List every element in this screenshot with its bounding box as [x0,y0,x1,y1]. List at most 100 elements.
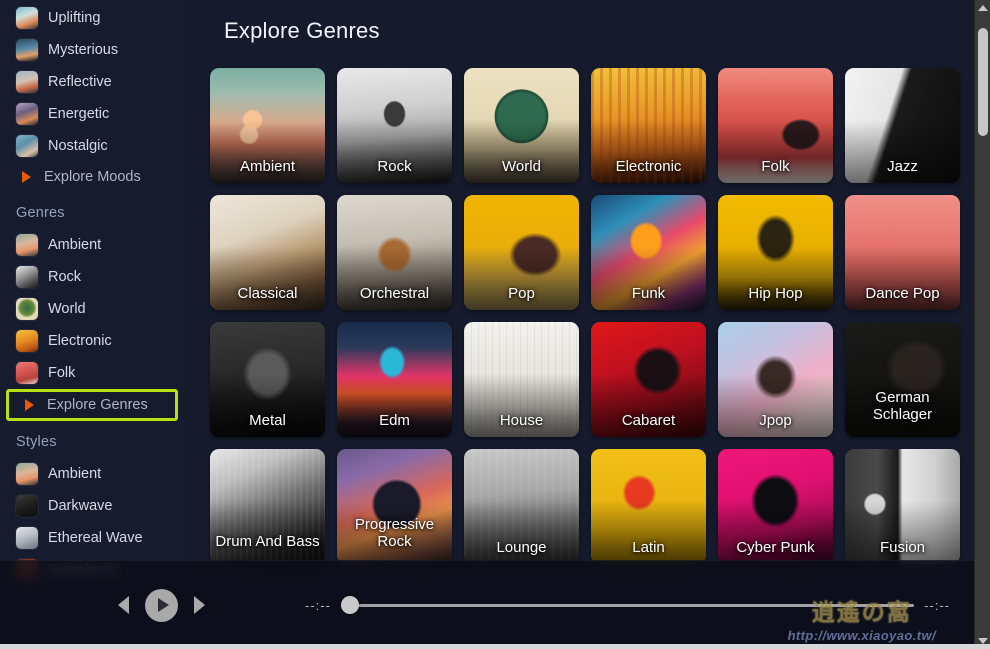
card-label: World [502,158,541,175]
card-label: Dance Pop [865,285,940,302]
total-time-label: --:-- [924,597,950,613]
sidebar-item-label: Mysterious [48,42,119,58]
player-bar: --:-- --:-- [0,560,974,649]
fast-forward-icon[interactable] [194,596,205,614]
electronic-thumb-icon [16,330,38,352]
sidebar-item-reflective[interactable]: Reflective [0,66,184,98]
app-window: Uplifting Mysterious Reflective Energeti… [0,0,990,649]
sidebar-item-folk[interactable]: Folk [0,357,184,389]
card-label: Cyber Punk [736,539,815,556]
genre-card-rock[interactable]: Rock [337,68,452,183]
sidebar-item-style-ethereal-wave[interactable]: Ethereal Wave [0,522,184,554]
card-label: Electronic [615,158,682,175]
genre-card-cabaret[interactable]: Cabaret [591,322,706,437]
card-label: Latin [632,539,665,556]
triangle-right-icon [22,171,31,183]
genre-card-fusion[interactable]: Fusion [845,449,960,564]
genre-card-edm[interactable]: Edm [337,322,452,437]
card-label: Jpop [759,412,792,429]
genre-card-funk[interactable]: Funk [591,195,706,310]
sidebar-item-label: Rock [48,269,82,285]
sidebar-explore-moods[interactable]: Explore Moods [0,162,184,192]
card-label: Cabaret [621,412,676,429]
genre-card-cyber-punk[interactable]: Cyber Punk [718,449,833,564]
darkwave-thumb-icon [16,495,38,517]
genre-card-jpop[interactable]: Jpop [718,322,833,437]
triangle-right-icon [25,399,34,411]
card-label: Metal [249,412,286,429]
sidebar-item-label: Reflective [48,74,112,90]
ethereal-wave-thumb-icon [16,527,38,549]
card-label: Hip Hop [748,285,803,302]
genre-card-german-schlager[interactable]: German Schlager [845,322,960,437]
genre-card-jazz[interactable]: Jazz [845,68,960,183]
chevron-up-icon[interactable] [975,0,990,16]
sidebar-genres-heading: Genres [16,205,65,221]
main-content: Explore Genres Ambient Rock World Electr… [184,0,974,649]
card-label: Lounge [496,539,547,556]
genre-card-progressive-rock[interactable]: Progressive Rock [337,449,452,564]
folk-thumb-icon [16,362,38,384]
sidebar-item-style-ambient[interactable]: Ambient [0,458,184,490]
sidebar-item-mysterious[interactable]: Mysterious [0,34,184,66]
sidebar-item-label: Ambient [48,466,102,482]
card-label: Drum And Bass [215,533,320,550]
card-label: Classical [237,285,298,302]
world-thumb-icon [16,298,38,320]
sidebar-item-rock[interactable]: Rock [0,261,184,293]
sidebar-item-world[interactable]: World [0,293,184,325]
sidebar-item-energetic[interactable]: Energetic [0,98,184,130]
seek-slider[interactable] [340,595,915,615]
genre-card-folk[interactable]: Folk [718,68,833,183]
genre-card-drum-and-bass[interactable]: Drum And Bass [210,449,325,564]
genre-card-hip-hop[interactable]: Hip Hop [718,195,833,310]
seek-thumb[interactable] [340,596,359,614]
current-time-label: --:-- [305,597,331,613]
sidebar-item-label: Electronic [48,333,112,349]
genre-card-classical[interactable]: Classical [210,195,325,310]
genre-card-metal[interactable]: Metal [210,322,325,437]
card-label: Orchestral [359,285,430,302]
genre-card-dance-pop[interactable]: Dance Pop [845,195,960,310]
genre-card-lounge[interactable]: Lounge [464,449,579,564]
genre-card-house[interactable]: House [464,322,579,437]
sidebar-item-label: Folk [48,365,76,381]
scrollbar-thumb[interactable] [978,28,988,136]
ambient-thumb-icon [16,234,38,256]
seek-track [340,603,915,607]
mysterious-thumb-icon [16,39,38,61]
sidebar-item-ambient[interactable]: Ambient [0,229,184,261]
transport-controls [118,588,205,622]
page-title: Explore Genres [224,18,380,43]
genre-card-orchestral[interactable]: Orchestral [337,195,452,310]
card-label: Fusion [879,539,926,556]
nostalgic-thumb-icon [16,135,38,157]
sidebar-moods-list: Uplifting Mysterious Reflective Energeti… [0,2,184,162]
sidebar-item-uplifting[interactable]: Uplifting [0,2,184,34]
sidebar-explore-genres[interactable]: Explore Genres [6,389,178,421]
card-label: Ambient [239,158,296,175]
genre-card-ambient[interactable]: Ambient [210,68,325,183]
card-label: Rock [377,158,412,175]
window-bottom-strip [0,644,990,649]
sidebar-item-label: Nostalgic [48,138,108,154]
card-label: Edm [379,412,410,429]
card-label: Progressive Rock [354,516,435,550]
sidebar-styles-heading: Styles [16,434,57,450]
explore-moods-label: Explore Moods [44,169,141,185]
genre-card-pop[interactable]: Pop [464,195,579,310]
sidebar-item-nostalgic[interactable]: Nostalgic [0,130,184,162]
genre-card-electronic[interactable]: Electronic [591,68,706,183]
sidebar-item-label: Darkwave [48,498,113,514]
genre-card-world[interactable]: World [464,68,579,183]
sidebar-genres-list: Ambient Rock World Electronic Folk [0,229,184,389]
sidebar-item-electronic[interactable]: Electronic [0,325,184,357]
card-label: Folk [761,158,790,175]
vertical-scrollbar[interactable] [974,0,990,649]
play-icon[interactable] [145,588,178,622]
rewind-icon[interactable] [118,596,129,614]
genre-card-latin[interactable]: Latin [591,449,706,564]
sidebar-item-style-darkwave[interactable]: Darkwave [0,490,184,522]
reflective-thumb-icon [16,71,38,93]
sidebar-item-label: Ethereal Wave [48,530,143,546]
